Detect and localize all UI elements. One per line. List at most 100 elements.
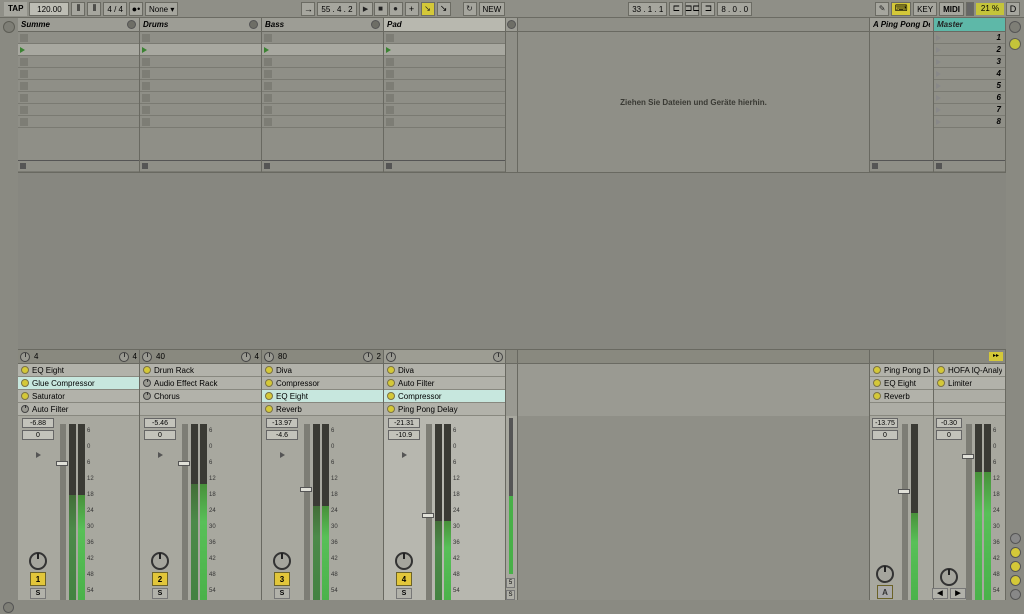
clip-slot[interactable] [140,68,261,80]
track-activator[interactable]: 3 [274,572,290,586]
pan-knob[interactable] [241,352,251,362]
drop-zone[interactable]: Ziehen Sie Dateien und Geräte hierhin. [518,18,870,172]
volume-db[interactable]: -0.30 [936,418,962,428]
loop-start[interactable]: 33 . 1 . 1 [628,2,667,16]
tap-button[interactable]: TAP [4,2,27,16]
device-item-empty[interactable] [140,403,261,416]
device-item[interactable]: Auto Filter [384,377,505,390]
device-on-icon[interactable] [265,366,273,374]
collapsed-track-header[interactable] [506,18,517,32]
device-on-icon[interactable] [387,366,395,374]
volume-fader[interactable] [182,424,188,610]
scene-slot[interactable]: 1 [934,32,1005,44]
fold-icon[interactable] [371,20,380,29]
pan-knob[interactable] [940,568,958,586]
clip-slot[interactable] [18,80,139,92]
stop-icon[interactable] [20,163,26,169]
arrangement-position[interactable]: 55 . 4 . 2 [317,2,356,16]
device-item[interactable]: EQ Eight [262,390,383,403]
device-item-empty[interactable] [934,390,1005,403]
clip-slot[interactable] [384,44,505,56]
track-activator[interactable]: 4 [396,572,412,586]
draw-mode[interactable] [875,2,889,16]
fold-icon[interactable] [127,20,136,29]
scene-play-icon[interactable] [936,107,941,113]
scene-play-icon[interactable] [936,47,941,53]
send-value[interactable]: 0 [936,430,962,440]
scene-play-icon[interactable] [936,83,941,89]
solo-button[interactable]: S [152,588,168,599]
punch-out[interactable]: ⊐ [701,2,715,16]
stop-button[interactable] [374,2,388,16]
clip-slot[interactable] [140,92,261,104]
clip-slot[interactable] [140,44,261,56]
device-item-empty[interactable] [934,403,1005,416]
pan-knob[interactable] [386,352,396,362]
scene-slot[interactable]: 8 [934,116,1005,128]
loop-switch[interactable]: ⊐⊏ [685,2,699,16]
track-header-pad[interactable]: Pad [384,18,505,32]
scene-slot[interactable]: 6 [934,92,1005,104]
key-map[interactable]: KEY [913,2,937,16]
clip-slot[interactable] [262,44,383,56]
clip-stop-slot[interactable] [870,160,933,172]
session-record[interactable] [463,2,477,16]
volume-db[interactable]: -6.88 [22,418,54,428]
overload-indicator[interactable]: D [1006,2,1020,16]
device-item[interactable]: Compressor [384,390,505,403]
device-off-icon[interactable] [143,379,151,387]
device-on-icon[interactable] [21,366,29,374]
pan-knob[interactable] [363,352,373,362]
clip-slot[interactable] [262,104,383,116]
device-item[interactable]: Diva [384,364,505,377]
crossfade-section-toggle[interactable] [1010,589,1021,600]
pan-knob[interactable] [151,552,169,570]
track-activator[interactable]: 2 [152,572,168,586]
pan-knob[interactable] [20,352,30,362]
device-on-icon[interactable] [873,366,881,374]
volume-fader[interactable] [304,424,310,610]
sends-section-toggle[interactable] [1010,547,1021,558]
return-track-header[interactable]: A Ping Pong Del [870,18,933,32]
device-on-icon[interactable] [873,392,881,400]
device-item[interactable]: Reverb [262,403,383,416]
clip-slot[interactable] [140,116,261,128]
reenable-automation[interactable]: ↘ [437,2,451,16]
nudge-down[interactable]: ⦀ [71,2,85,16]
send-value[interactable]: 0 [22,430,54,440]
device-item[interactable]: Saturator [18,390,139,403]
clip-slot[interactable] [384,92,505,104]
device-on-icon[interactable] [265,392,273,400]
returns-section-toggle[interactable] [1010,561,1021,572]
stop-icon[interactable] [872,163,878,169]
clip-slot[interactable] [18,104,139,116]
track-header-drums[interactable]: Drums [140,18,261,32]
collapsed-track[interactable] [506,18,518,172]
device-on-icon[interactable] [937,379,945,387]
clip-slot[interactable] [384,116,505,128]
arrangement-view-icon[interactable] [1009,38,1021,50]
stop-icon[interactable] [386,163,392,169]
clip-slot[interactable] [18,32,139,44]
scene-slot[interactable]: 2 [934,44,1005,56]
clip-stop-slot[interactable] [140,160,261,172]
stop-icon[interactable] [142,163,148,169]
device-item[interactable]: Drum Rack [140,364,261,377]
browser-toggle-icon[interactable] [3,21,15,33]
device-on-icon[interactable] [387,379,395,387]
clip-slot[interactable] [140,56,261,68]
scene-play-icon[interactable] [936,59,941,65]
cue-button[interactable]: ◀ [932,588,948,599]
clip-slot[interactable] [262,68,383,80]
rec-quantize[interactable]: NEW [479,2,506,16]
device-item[interactable]: Diva [262,364,383,377]
device-on-icon[interactable] [387,405,395,413]
volume-db[interactable]: -21.31 [388,418,420,428]
clip-slot[interactable] [262,32,383,44]
stop-all-slot[interactable] [934,160,1005,172]
track-activator-mini[interactable]: 5 [506,578,515,588]
clip-slot[interactable] [384,32,505,44]
volume-fader[interactable] [60,424,66,610]
volume-db[interactable]: -13.97 [266,418,298,428]
volume-fader[interactable] [966,424,972,610]
